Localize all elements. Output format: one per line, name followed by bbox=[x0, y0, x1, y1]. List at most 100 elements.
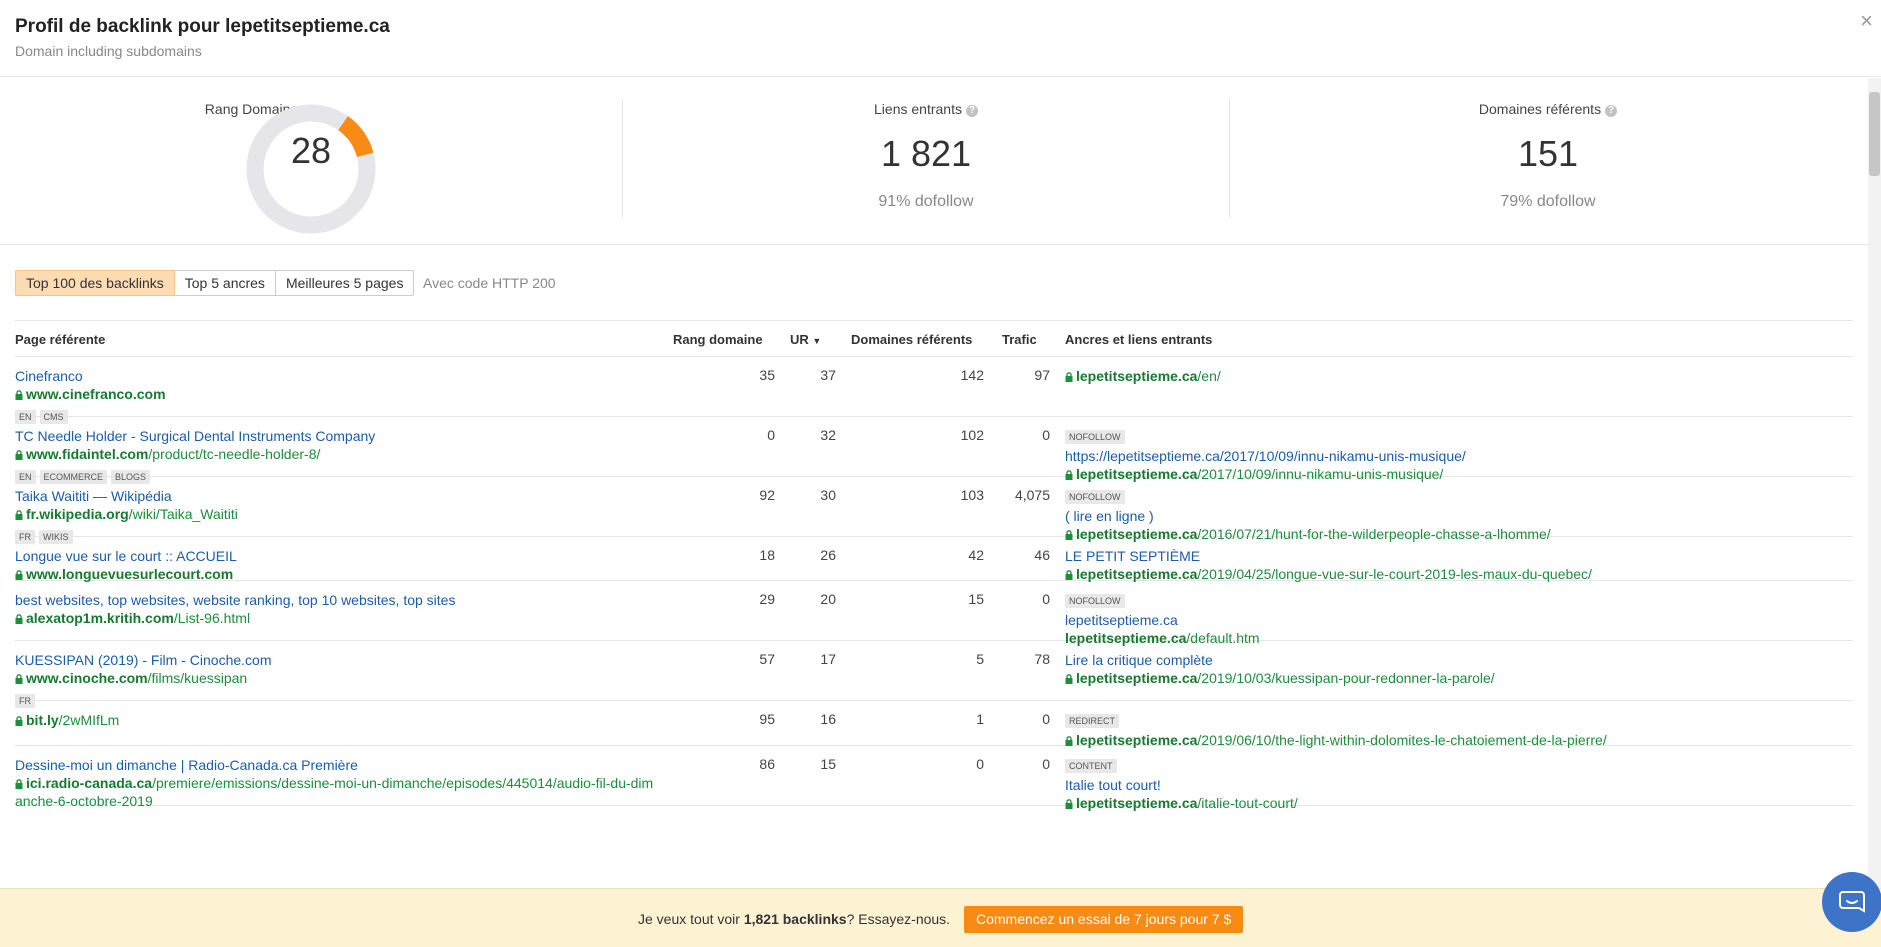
stat-label: Liens entrants bbox=[874, 101, 962, 117]
start-trial-button[interactable]: Commencez un essai de 7 jours pour 7 $ bbox=[964, 906, 1244, 933]
lock-icon bbox=[15, 570, 23, 580]
page-title: Profil de backlink pour lepetitseptieme.… bbox=[15, 16, 390, 37]
lock-icon bbox=[15, 450, 23, 460]
stat-sub: 91% dofollow bbox=[878, 193, 974, 210]
upgrade-text: Je veux tout voir 1,821 backlinks? Essay… bbox=[638, 911, 950, 927]
lock-icon bbox=[15, 614, 23, 624]
scrollbar-track[interactable] bbox=[1868, 78, 1881, 888]
backlink-tabs: Top 100 des backlinks Top 5 ancres Meill… bbox=[15, 270, 415, 296]
referring-page-url[interactable]: bit.ly/2wMIfLm bbox=[15, 711, 655, 729]
stat-backlinks: Liens entrants? 1 821 91% dofollow bbox=[623, 78, 1229, 245]
link-type-badge: CONTENT bbox=[1065, 759, 1117, 773]
upgrade-text-before: Je veux tout voir bbox=[638, 911, 744, 927]
referring-domains-cell: 15 bbox=[968, 591, 984, 607]
modal-header: Profil de backlink pour lepetitseptieme.… bbox=[0, 0, 1881, 77]
anchor-text[interactable]: LE PETIT SEPTIÈME bbox=[1065, 547, 1855, 565]
referring-page-url[interactable]: www.cinefranco.com bbox=[15, 385, 655, 403]
referring-domains-cell: 42 bbox=[968, 547, 984, 563]
page-subtitle: Domain including subdomains bbox=[15, 43, 202, 59]
anchor-cell: lepetitseptieme.ca/en/ bbox=[1065, 367, 1855, 385]
table-row: TC Needle Holder - Surgical Dental Instr… bbox=[15, 417, 1853, 484]
referring-domains-cell: 102 bbox=[960, 427, 984, 443]
referring-page-cell: Cinefranco www.cinefranco.com EN CMS bbox=[15, 367, 655, 424]
help-icon[interactable]: ? bbox=[965, 105, 978, 117]
stat-label: Domaines référents bbox=[1478, 101, 1602, 117]
upgrade-banner: Je veux tout voir 1,821 backlinks? Essay… bbox=[0, 888, 1881, 947]
lock-icon bbox=[15, 674, 23, 684]
scrollbar-thumb[interactable] bbox=[1869, 92, 1880, 176]
anchor-cell: NOFOLLOW https://lepetitseptieme.ca/2017/… bbox=[1065, 427, 1855, 483]
anchor-text[interactable]: lepetitseptieme.ca bbox=[1065, 611, 1855, 629]
referring-page-url[interactable]: alexatop1m.kritih.com/List-96.html bbox=[15, 609, 655, 627]
referring-page-title[interactable]: KUESSIPAN (2019) - Film - Cinoche.com bbox=[15, 651, 655, 669]
referring-page-title[interactable]: Dessine-moi un dimanche | Radio-Canada.c… bbox=[15, 756, 655, 774]
table-header: Page référente Rang domaine UR ▼ Domaine… bbox=[15, 320, 1853, 357]
anchor-text[interactable]: ( lire en ligne ) bbox=[1065, 507, 1855, 525]
referring-domains-cell: 103 bbox=[960, 487, 984, 503]
lock-icon bbox=[1065, 372, 1073, 382]
col-referring-domains[interactable]: Domaines référents bbox=[851, 332, 972, 347]
target-url[interactable]: lepetitseptieme.ca/2019/10/03/kuessipan-… bbox=[1065, 669, 1855, 687]
referring-page-cell: best websites, top websites, website ran… bbox=[15, 591, 655, 627]
help-icon[interactable]: ? bbox=[1605, 105, 1618, 117]
target-url[interactable]: lepetitseptieme.ca/italie-tout-court/ bbox=[1065, 794, 1855, 812]
referring-page-cell: TC Needle Holder - Surgical Dental Instr… bbox=[15, 427, 655, 484]
referring-page-title[interactable]: TC Needle Holder - Surgical Dental Instr… bbox=[15, 427, 655, 445]
chat-widget-button[interactable] bbox=[1822, 872, 1881, 932]
domain-rank-value: 28 bbox=[290, 130, 332, 171]
referring-page-url[interactable]: www.cinoche.com/films/kuessipan bbox=[15, 669, 655, 687]
ur-cell: 32 bbox=[820, 427, 836, 443]
referring-domains-cell: 142 bbox=[960, 367, 984, 383]
link-type-badge: NOFOLLOW bbox=[1065, 594, 1125, 608]
referring-page-cell: KUESSIPAN (2019) - Film - Cinoche.com www… bbox=[15, 651, 655, 708]
col-ur[interactable]: UR ▼ bbox=[790, 332, 821, 347]
table-row: Longue vue sur le court :: ACCUEIL www.lo… bbox=[15, 537, 1855, 583]
traffic-cell: 97 bbox=[1034, 367, 1050, 383]
domain-rank-cell: 92 bbox=[759, 487, 775, 503]
domain-rank-cell: 29 bbox=[759, 591, 775, 607]
backlink-profile-page: Profil de backlink pour lepetitseptieme.… bbox=[0, 0, 1881, 947]
target-url[interactable]: lepetitseptieme.ca/en/ bbox=[1065, 367, 1855, 385]
referring-page-title[interactable]: Taika Waititi — Wikipédia bbox=[15, 487, 655, 505]
referring-page-url[interactable]: fr.wikipedia.org/wiki/Taika_Waititi bbox=[15, 505, 655, 523]
traffic-cell: 46 bbox=[1034, 547, 1050, 563]
sort-desc-icon: ▼ bbox=[812, 336, 822, 346]
domain-rank-cell: 86 bbox=[759, 756, 775, 772]
stat-sub: 79% dofollow bbox=[1500, 193, 1596, 210]
upgrade-text-count: 1,821 backlinks bbox=[743, 911, 847, 927]
anchor-text[interactable]: https://lepetitseptieme.ca/2017/10/09/in… bbox=[1065, 447, 1855, 465]
ur-cell: 26 bbox=[820, 547, 836, 563]
anchor-text[interactable]: Italie tout court! bbox=[1065, 776, 1855, 794]
close-icon[interactable]: × bbox=[1860, 10, 1873, 32]
col-anchors[interactable]: Ancres et liens entrants bbox=[1065, 332, 1212, 347]
lock-icon bbox=[1065, 799, 1073, 809]
lock-icon bbox=[1065, 736, 1073, 746]
col-traffic[interactable]: Trafic bbox=[1002, 332, 1037, 347]
table-row: Taika Waititi — Wikipédia fr.wikipedia.or… bbox=[15, 477, 1855, 544]
col-referring-page[interactable]: Page référente bbox=[15, 332, 105, 347]
domain-rank-cell: 35 bbox=[759, 367, 775, 383]
tab-best-5-pages[interactable]: Meilleures 5 pages bbox=[275, 270, 415, 296]
lock-icon bbox=[15, 390, 23, 400]
referring-page-url[interactable]: ici.radio-canada.ca/premiere/emissions/d… bbox=[15, 774, 655, 810]
domain-rank-cell: 57 bbox=[759, 651, 775, 667]
tab-top-5-anchors[interactable]: Top 5 ancres bbox=[174, 270, 276, 296]
link-type-badge: REDIRECT bbox=[1065, 714, 1120, 728]
tab-top-100-backlinks[interactable]: Top 100 des backlinks bbox=[15, 270, 175, 296]
lock-icon bbox=[15, 716, 23, 726]
traffic-cell: 0 bbox=[1042, 711, 1050, 727]
referring-page-title[interactable]: best websites, top websites, website ran… bbox=[15, 591, 655, 609]
referring-page-title[interactable]: Cinefranco bbox=[15, 367, 655, 385]
anchor-text[interactable]: Lire la critique complète bbox=[1065, 651, 1855, 669]
lock-icon bbox=[15, 510, 23, 520]
col-domain-rank[interactable]: Rang domaine bbox=[673, 332, 763, 347]
traffic-cell: 78 bbox=[1034, 651, 1050, 667]
domain-rank-cell: 95 bbox=[759, 711, 775, 727]
referring-page-url[interactable]: www.fidaintel.com/product/tc-needle-hold… bbox=[15, 445, 655, 463]
lock-icon bbox=[1065, 570, 1073, 580]
referring-page-title[interactable]: Longue vue sur le court :: ACCUEIL bbox=[15, 547, 655, 565]
ur-cell: 20 bbox=[820, 591, 836, 607]
table-row: Dessine-moi un dimanche | Radio-Canada.c… bbox=[15, 746, 1855, 811]
stat-value: 151 bbox=[1517, 133, 1579, 174]
anchor-cell: LE PETIT SEPTIÈME lepetitseptieme.ca/2019… bbox=[1065, 547, 1855, 583]
